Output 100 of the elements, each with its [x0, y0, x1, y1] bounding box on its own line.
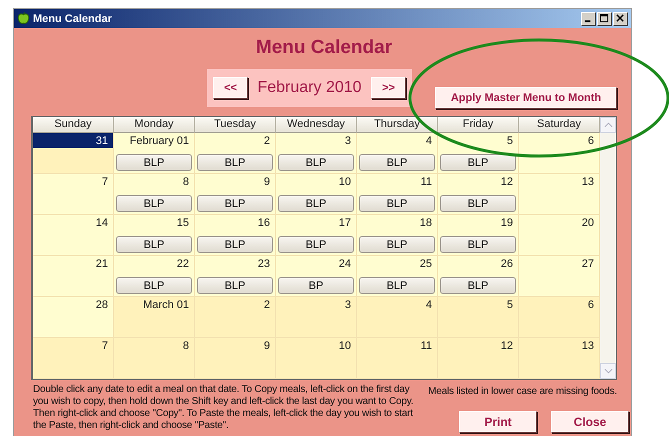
day-number: 8	[182, 339, 190, 353]
day-cell[interactable]: 17 BLP	[276, 215, 357, 256]
day-cell[interactable]: 2	[195, 297, 276, 338]
day-cell[interactable]: 25 BLP	[357, 256, 438, 297]
day-cell[interactable]: 18 BLP	[357, 215, 438, 256]
day-number: 5	[506, 134, 514, 148]
day-cell[interactable]: 5 BLP	[438, 133, 519, 174]
meal-button[interactable]: BLP	[359, 195, 435, 212]
day-cell[interactable]: 7	[33, 174, 114, 215]
meal-button[interactable]: BLP	[197, 277, 273, 294]
window-title: Menu Calendar	[33, 12, 112, 24]
day-cell[interactable]: 16 BLP	[195, 215, 276, 256]
day-number: 2	[262, 134, 271, 148]
day-cell[interactable]: 19 BLP	[438, 215, 519, 256]
day-number: 2	[262, 298, 271, 312]
close-icon	[616, 14, 625, 23]
day-cell[interactable]: 9	[195, 338, 276, 379]
print-button[interactable]: Print	[459, 411, 537, 433]
meal-button[interactable]: BLP	[359, 277, 435, 294]
day-number: 25	[418, 257, 433, 271]
meal-button[interactable]: BLP	[278, 195, 354, 212]
meal-button[interactable]: BLP	[197, 236, 273, 253]
meal-button[interactable]: BLP	[278, 236, 354, 253]
meal-button[interactable]: BLP	[359, 236, 435, 253]
day-cell[interactable]: 27	[519, 256, 600, 297]
calendar-heading: Menu Calendar	[254, 36, 394, 60]
day-number: 9	[262, 175, 271, 189]
meal-button[interactable]: BLP	[197, 154, 273, 171]
day-cell[interactable]: 9 BLP	[195, 174, 276, 215]
day-cell[interactable]: 14	[33, 215, 114, 256]
day-cell[interactable]: 8	[114, 338, 195, 379]
day-cell[interactable]: 3 BLP	[276, 133, 357, 174]
maximize-button[interactable]	[597, 12, 612, 26]
day-cell[interactable]: 11 BLP	[357, 174, 438, 215]
day-cell[interactable]: 13	[519, 174, 600, 215]
day-number: March 01	[142, 298, 190, 312]
day-number: 18	[418, 216, 433, 230]
minimize-button[interactable]	[581, 12, 596, 26]
day-number: 26	[500, 257, 514, 271]
meal-button[interactable]: BLP	[116, 195, 192, 212]
day-cell[interactable]: 24 BP	[276, 256, 357, 297]
day-number: 21	[94, 257, 109, 271]
day-cell[interactable]: March 01	[114, 297, 195, 338]
day-cell[interactable]: 2 BLP	[195, 133, 276, 174]
meal-button[interactable]: BLP	[116, 154, 192, 171]
day-number: 3	[344, 134, 352, 148]
day-number: 15	[176, 216, 190, 230]
day-column-header: Sunday	[33, 117, 114, 133]
meal-button[interactable]: BLP	[440, 236, 516, 253]
meal-button[interactable]: BLP	[440, 195, 516, 212]
meal-button[interactable]: BLP	[278, 154, 354, 171]
day-number: 17	[338, 216, 352, 230]
day-number: 19	[500, 216, 514, 230]
day-cell[interactable]: 15 BLP	[114, 215, 195, 256]
day-cell[interactable]: 5	[438, 297, 519, 338]
day-cell[interactable]: 20	[519, 215, 600, 256]
day-cell[interactable]: 7	[33, 338, 114, 379]
day-cell[interactable]: 6	[519, 297, 600, 338]
meal-button[interactable]: BLP	[197, 195, 273, 212]
day-cell[interactable]: 28	[33, 297, 114, 338]
instructions-text: Double click any date to edit a meal on that date. To Copy meals, left-click on the first day you wish to copy, then hold down the Shift key and left-click the last day you want to Copy. Then right-click and choose "Copy". To Paste the meals, left-click the day you wish to start the Paste, then right-click and choose "Paste".	[32, 384, 414, 433]
day-number: 4	[424, 134, 433, 148]
day-number: 6	[586, 298, 595, 312]
meal-button[interactable]: BLP	[440, 277, 516, 294]
day-cell[interactable]: 21	[33, 256, 114, 297]
day-cell[interactable]: 6	[519, 133, 600, 174]
meal-button[interactable]: BP	[278, 277, 354, 294]
day-number: 10	[338, 175, 352, 189]
day-cell[interactable]: 23 BLP	[195, 256, 276, 297]
meal-button[interactable]: BLP	[440, 154, 516, 171]
day-cell[interactable]: 22 BLP	[114, 256, 195, 297]
day-number: 13	[580, 175, 595, 189]
day-number: 22	[176, 257, 190, 271]
close-window-button[interactable]: Close	[551, 411, 629, 433]
meal-button[interactable]: BLP	[359, 154, 435, 171]
day-cell[interactable]: 4 BLP	[357, 133, 438, 174]
day-cell[interactable]: 13	[519, 338, 600, 379]
close-button[interactable]	[613, 12, 628, 26]
day-number: 7	[100, 175, 109, 189]
previous-month-button[interactable]: <<	[213, 77, 248, 99]
day-cell[interactable]: 26 BLP	[438, 256, 519, 297]
day-cell[interactable]: 8 BLP	[114, 174, 195, 215]
day-cell[interactable]: 31	[33, 133, 114, 174]
day-cell[interactable]: 10	[276, 338, 357, 379]
day-cell[interactable]: 11	[357, 338, 438, 379]
day-cell[interactable]: 12	[438, 338, 519, 379]
day-number: 31	[33, 133, 113, 148]
day-cell[interactable]: February 01 BLP	[114, 133, 195, 174]
day-cell[interactable]: 4	[357, 297, 438, 338]
day-cell[interactable]: 3	[276, 297, 357, 338]
next-month-button[interactable]: >>	[371, 77, 406, 99]
day-cell[interactable]: 12 BLP	[438, 174, 519, 215]
apply-master-menu-button[interactable]: Apply Master Menu to Month	[435, 87, 617, 109]
day-column-header: Wednesday	[276, 117, 357, 133]
day-number: 9	[262, 339, 271, 353]
meal-button[interactable]: BLP	[116, 236, 192, 253]
day-cell[interactable]: 10 BLP	[276, 174, 357, 215]
meal-button[interactable]: BLP	[116, 277, 192, 294]
apple-icon	[17, 12, 30, 25]
day-column-header: Friday	[438, 117, 519, 133]
